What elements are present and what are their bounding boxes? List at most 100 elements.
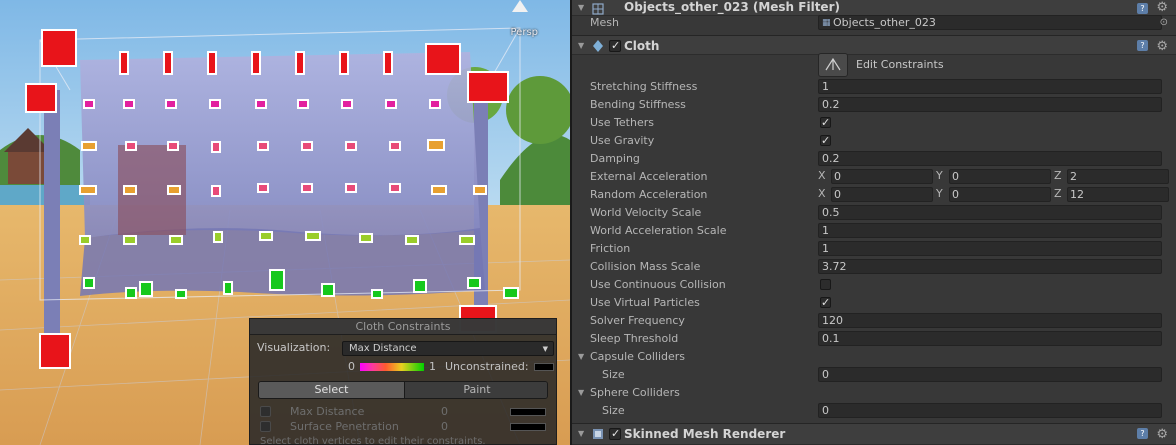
mesh-value: Objects_other_023 (833, 16, 936, 29)
random-acceleration-row: Random Acceleration X0 Y0 Z 12 (572, 186, 1176, 204)
use-gravity-checkbox[interactable] (820, 132, 831, 150)
external-acceleration-y-field[interactable]: 0 (949, 169, 1051, 184)
cloth-enabled-checkbox[interactable] (609, 36, 621, 56)
sphere-colliders-label: Sphere Colliders (590, 386, 680, 399)
world-acceleration-scale-field[interactable]: 1 (818, 223, 1162, 238)
surface-penetration-color-swatch[interactable] (510, 423, 546, 431)
use-virtual-particles-checkbox[interactable] (820, 294, 831, 312)
sphere-size-label: Size (602, 404, 625, 417)
solver-frequency-field[interactable]: 120 (818, 313, 1162, 328)
world-acceleration-scale-row: World Acceleration Scale 1 (572, 222, 1176, 240)
chevron-down-icon: ▼ (542, 345, 548, 353)
capsule-size-row: Size 0 (572, 366, 1176, 384)
sleep-threshold-label: Sleep Threshold (590, 332, 679, 345)
random-acceleration-x-field[interactable]: 0 (831, 187, 933, 202)
cloth-icon (593, 40, 603, 52)
help-icon[interactable]: ? (1137, 428, 1148, 439)
collision-mass-scale-row: Collision Mass Scale 3.72 (572, 258, 1176, 276)
use-virtual-particles-row: Use Virtual Particles (572, 294, 1176, 312)
hint-row: Select cloth vertices to edit their cons… (250, 433, 556, 445)
max-distance-gradient (360, 363, 424, 371)
external-acceleration-x-field[interactable]: 0 (831, 169, 933, 184)
use-continuous-collision-checkbox[interactable] (820, 279, 831, 290)
fold-arrow-icon[interactable]: ▼ (578, 348, 584, 366)
sphere-size-row: Size 0 (572, 402, 1176, 420)
sphere-size-field[interactable]: 0 (818, 403, 1162, 418)
sphere-colliders-row[interactable]: ▼ Sphere Colliders (572, 384, 1176, 402)
world-acceleration-scale-label: World Acceleration Scale (590, 224, 727, 237)
use-tethers-label: Use Tethers (590, 116, 654, 129)
capsule-colliders-row[interactable]: ▼ Capsule Colliders (572, 348, 1176, 366)
scene-view[interactable]: Persp Cloth Constraints Visualization: M… (0, 0, 570, 445)
select-paint-toggle: Select Paint (258, 381, 548, 399)
edit-constraints-label: Edit Constraints (856, 58, 944, 71)
surface-penetration-checkbox[interactable] (260, 421, 271, 432)
hint-text: Select cloth vertices to edit their cons… (260, 436, 486, 445)
friction-field[interactable]: 1 (818, 241, 1162, 256)
cloth-title: Cloth (624, 39, 660, 53)
world-velocity-scale-label: World Velocity Scale (590, 206, 702, 219)
fold-arrow-icon[interactable]: ▼ (578, 36, 584, 56)
world-velocity-scale-field[interactable]: 0.5 (818, 205, 1162, 220)
damping-row: Damping 0.2 (572, 150, 1176, 168)
skinned-mesh-renderer-enabled-checkbox[interactable] (609, 424, 621, 444)
z-label: Z (1054, 169, 1062, 182)
damping-field[interactable]: 0.2 (818, 151, 1162, 166)
fold-arrow-icon[interactable]: ▼ (578, 424, 584, 444)
select-mode-button[interactable]: Select (259, 382, 404, 398)
capsule-size-field[interactable]: 0 (818, 367, 1162, 382)
use-tethers-row: Use Tethers (572, 114, 1176, 132)
gear-icon[interactable]: ⚙ (1156, 425, 1168, 445)
y-label: Y (936, 187, 943, 200)
random-acceleration-z-field[interactable]: 12 (1067, 187, 1169, 202)
y-label: Y (936, 169, 943, 182)
unconstrained-label: Unconstrained: (445, 360, 529, 373)
mesh-row: Mesh ▦ Objects_other_023 ⊙ (572, 14, 1176, 32)
visualization-value: Max Distance (349, 343, 417, 354)
use-gravity-label: Use Gravity (590, 134, 655, 147)
solver-frequency-label: Solver Frequency (590, 314, 685, 327)
help-icon[interactable]: ? (1137, 3, 1148, 14)
random-acceleration-y-field[interactable]: 0 (949, 187, 1051, 202)
visualization-dropdown[interactable]: Max Distance ▼ (342, 341, 554, 356)
collision-mass-scale-label: Collision Mass Scale (590, 260, 701, 273)
help-icon[interactable]: ? (1137, 40, 1148, 51)
edit-constraints-icon (825, 57, 841, 71)
cloth-constraints-panel: Cloth Constraints Visualization: Max Dis… (249, 318, 557, 445)
inspector-panel: ▼ Objects_other_023 (Mesh Filter) ? ⚙ Me… (570, 0, 1176, 445)
unconstrained-color-swatch[interactable] (534, 363, 554, 371)
damping-label: Damping (590, 152, 640, 165)
use-virtual-particles-label: Use Virtual Particles (590, 296, 700, 309)
use-tethers-checkbox[interactable] (820, 114, 831, 132)
capsule-size-label: Size (602, 368, 625, 381)
max-distance-checkbox[interactable] (260, 406, 271, 417)
friction-label: Friction (590, 242, 631, 255)
visualization-legend-row: 0 1 Unconstrained: (250, 358, 556, 376)
paint-mode-button[interactable]: Paint (404, 382, 547, 398)
solver-frequency-row: Solver Frequency 120 (572, 312, 1176, 330)
use-continuous-collision-row: Use Continuous Collision (572, 276, 1176, 294)
skinned-mesh-renderer-title: Skinned Mesh Renderer (624, 427, 786, 441)
friction-row: Friction 1 (572, 240, 1176, 258)
stretching-stiffness-field[interactable]: 1 (818, 79, 1162, 94)
bending-stiffness-field[interactable]: 0.2 (818, 97, 1162, 112)
sleep-threshold-field[interactable]: 0.1 (818, 331, 1162, 346)
scene-persp-label[interactable]: Persp (511, 27, 539, 38)
external-acceleration-z-field[interactable]: 2 (1067, 169, 1169, 184)
range-min-label: 0 (348, 360, 355, 373)
collision-mass-scale-field[interactable]: 3.72 (818, 259, 1162, 274)
skinned-mesh-renderer-header[interactable]: ▼ Skinned Mesh Renderer ? ⚙ (572, 423, 1176, 445)
mesh-label: Mesh (590, 16, 619, 29)
capsule-colliders-label: Capsule Colliders (590, 350, 686, 363)
fold-arrow-icon[interactable]: ▼ (578, 384, 584, 402)
object-picker-icon[interactable]: ⊙ (1160, 14, 1168, 32)
edit-constraints-button[interactable] (818, 53, 848, 77)
use-continuous-collision-label: Use Continuous Collision (590, 278, 726, 291)
max-distance-color-swatch[interactable] (510, 408, 546, 416)
gear-icon[interactable]: ⚙ (1156, 37, 1168, 57)
mesh-field[interactable]: ▦ Objects_other_023 (818, 15, 1162, 30)
world-velocity-scale-row: World Velocity Scale 0.5 (572, 204, 1176, 222)
cloth-header[interactable]: ▼ Cloth ? ⚙ (572, 35, 1176, 57)
z-label: Z (1054, 187, 1062, 200)
mesh-asset-icon: ▦ (822, 18, 831, 28)
